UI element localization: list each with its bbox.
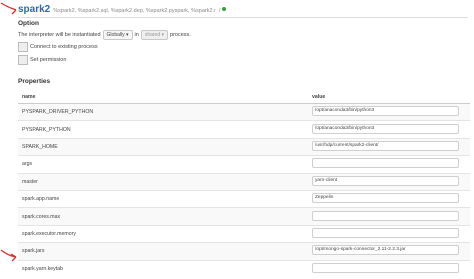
property-value-input[interactable]: /opt/anaconda3/bin/python3 (312, 123, 459, 134)
scope-value: Globally (106, 32, 125, 38)
property-value-cell (308, 259, 470, 277)
table-row: SPARK_HOME /usr/hdp/current/spark2-clien… (18, 137, 470, 156)
property-name: SPARK_HOME (18, 137, 308, 156)
property-value-cell: /opt/anaconda3/bin/python3 (308, 102, 470, 121)
property-value-input[interactable]: /opt/anaconda3/bin/python3 (312, 106, 459, 117)
in-label: in (134, 32, 139, 38)
option-heading: Option (18, 20, 39, 27)
table-row: spark.cores.max (18, 207, 470, 226)
table-header-row: name value (18, 91, 470, 104)
property-value-input[interactable] (312, 210, 459, 221)
instantiation-line: The interpreter will be instantiated Glo… (18, 30, 191, 40)
header-divider (18, 17, 468, 18)
property-value-cell: yarn-client (308, 172, 470, 191)
property-value-input[interactable]: /opt/mongo-spark-connector_2.11-2.2.3.ja… (312, 245, 459, 256)
table-row: spark.app.name Zeppelin (18, 189, 470, 208)
property-name: spark.jars (18, 242, 308, 261)
property-value-input[interactable]: yarn-client (312, 175, 459, 186)
property-value-input[interactable]: Zeppelin (312, 193, 459, 204)
property-value-cell (308, 207, 470, 226)
set-permission-label: Set permission (30, 57, 67, 63)
property-name: spark.cores.max (18, 207, 308, 226)
mode-value: shared (144, 32, 161, 38)
property-value-input[interactable] (312, 262, 459, 273)
set-permission-row[interactable]: Set permission (18, 55, 66, 65)
table-row: spark.executor.memory (18, 224, 470, 243)
table-row: spark.yarn.keytab (18, 259, 470, 277)
property-value-cell (308, 224, 470, 243)
annotation-arrow-icon (0, 249, 17, 262)
interpreter-bindings: %spark2, %spark2.sql, %spark2.dep, %spar… (53, 8, 216, 14)
property-value-input[interactable] (312, 227, 459, 238)
table-row: PYSPARK_PYTHON /opt/anaconda3/bin/python… (18, 120, 470, 139)
status-icon (222, 7, 227, 11)
property-name: PYSPARK_DRIVER_PYTHON (18, 102, 308, 121)
connect-existing-row[interactable]: Connect to existing process (18, 42, 98, 52)
set-permission-checkbox[interactable] (18, 55, 28, 65)
scope-select[interactable]: Globally ▾ (102, 30, 133, 40)
property-value-cell: /opt/mongo-spark-connector_2.11-2.2.3.ja… (308, 242, 470, 261)
interpreter-title[interactable]: spark2 (18, 4, 50, 15)
table-row: PYSPARK_DRIVER_PYTHON /opt/anaconda3/bin… (18, 102, 470, 121)
column-header-name: name (18, 91, 308, 104)
mode-select[interactable]: shared ▾ (140, 30, 169, 40)
table-row: spark.jars /opt/mongo-spark-connector_2.… (18, 242, 470, 261)
property-name: PYSPARK_PYTHON (18, 120, 308, 139)
property-name: spark.executor.memory (18, 224, 308, 243)
interpreter-header: spark2 %spark2, %spark2.sql, %spark2.dep… (18, 4, 227, 18)
property-name: spark.yarn.keytab (18, 259, 308, 277)
property-value-cell (308, 155, 470, 174)
property-name: master (18, 172, 308, 191)
instantiation-suffix: process. (170, 32, 191, 38)
property-value-cell: Zeppelin (308, 189, 470, 208)
table-row: args (18, 155, 470, 174)
properties-table: name value PYSPARK_DRIVER_PYTHON /opt/an… (18, 91, 470, 277)
property-value-cell: /opt/anaconda3/bin/python3 (308, 120, 470, 139)
property-name: args (18, 155, 308, 174)
column-header-value: value (308, 91, 470, 104)
property-value-cell: /usr/hdp/current/spark2-client/ (308, 137, 470, 156)
annotation-arrow-icon (0, 2, 17, 15)
property-name: spark.app.name (18, 189, 308, 208)
connect-existing-checkbox[interactable] (18, 42, 28, 52)
property-value-input[interactable]: /usr/hdp/current/spark2-client/ (312, 140, 459, 151)
property-value-input[interactable] (312, 158, 459, 169)
properties-heading: Properties (18, 78, 51, 85)
table-row: master yarn-client (18, 172, 470, 191)
separator: / (218, 8, 221, 14)
connect-existing-label: Connect to existing process (30, 44, 98, 50)
instantiation-prefix: The interpreter will be instantiated (18, 32, 101, 38)
